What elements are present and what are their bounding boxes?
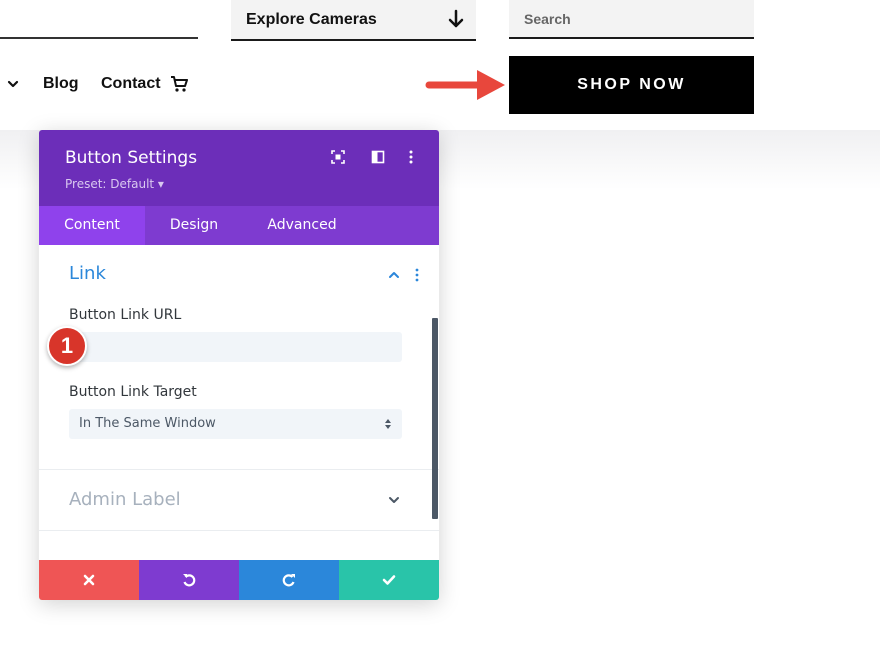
- scrollbar[interactable]: [432, 318, 438, 519]
- cancel-button[interactable]: [39, 560, 139, 600]
- check-icon: [382, 575, 396, 585]
- button-link-url-label: Button Link URL: [69, 307, 182, 323]
- nav-link-contact[interactable]: Contact: [101, 75, 161, 93]
- shop-now-button[interactable]: SHOP NOW: [509, 56, 754, 114]
- modal-header: Button Settings Preset: Default ▾: [39, 130, 439, 206]
- tab-content[interactable]: Content: [39, 206, 145, 245]
- undo-icon: [183, 574, 196, 587]
- close-icon: [83, 574, 95, 586]
- chevron-down-icon[interactable]: [7, 78, 19, 90]
- explore-cameras-label: Explore Cameras: [246, 11, 377, 28]
- button-settings-modal: Button Settings Preset: Default ▾ Conten…: [39, 130, 439, 600]
- tab-advanced[interactable]: Advanced: [243, 206, 361, 245]
- pointer-arrow-icon: [425, 70, 505, 100]
- arrow-down-icon: [448, 9, 464, 28]
- split-view-icon[interactable]: [371, 150, 385, 164]
- link-section-title[interactable]: Link: [69, 263, 106, 284]
- select-arrows-icon: [385, 419, 391, 429]
- search-placeholder: Search: [524, 11, 571, 27]
- nav-link-blog[interactable]: Blog: [43, 75, 79, 93]
- save-button[interactable]: [339, 560, 439, 600]
- button-link-url-input[interactable]: [69, 332, 402, 362]
- search-field[interactable]: Search: [509, 0, 754, 39]
- redo-button[interactable]: [239, 560, 339, 600]
- more-options-icon[interactable]: [404, 150, 418, 164]
- modal-title: Button Settings: [65, 148, 198, 168]
- section-divider: [39, 530, 439, 531]
- explore-cameras-dropdown[interactable]: Explore Cameras: [231, 0, 476, 41]
- modal-body: Link Button Link URL Button Link Target …: [39, 245, 439, 560]
- fullscreen-icon[interactable]: [331, 150, 345, 164]
- undo-button[interactable]: [139, 560, 239, 600]
- chevron-down-icon[interactable]: [388, 493, 400, 507]
- admin-label-section-title[interactable]: Admin Label: [69, 489, 181, 510]
- step-badge: 1: [47, 326, 87, 366]
- topbar-divider: [0, 37, 198, 39]
- modal-footer: [39, 560, 439, 600]
- preset-selector[interactable]: Preset: Default ▾: [65, 177, 164, 191]
- modal-tabs: Content Design Advanced: [39, 206, 439, 245]
- section-divider: [39, 469, 439, 470]
- chevron-up-icon[interactable]: [388, 268, 400, 282]
- section-options-icon[interactable]: [411, 268, 423, 282]
- tab-design[interactable]: Design: [145, 206, 243, 245]
- button-link-target-label: Button Link Target: [69, 384, 197, 400]
- redo-icon: [282, 574, 295, 587]
- link-target-value: In The Same Window: [79, 416, 216, 431]
- cart-icon[interactable]: [170, 75, 188, 93]
